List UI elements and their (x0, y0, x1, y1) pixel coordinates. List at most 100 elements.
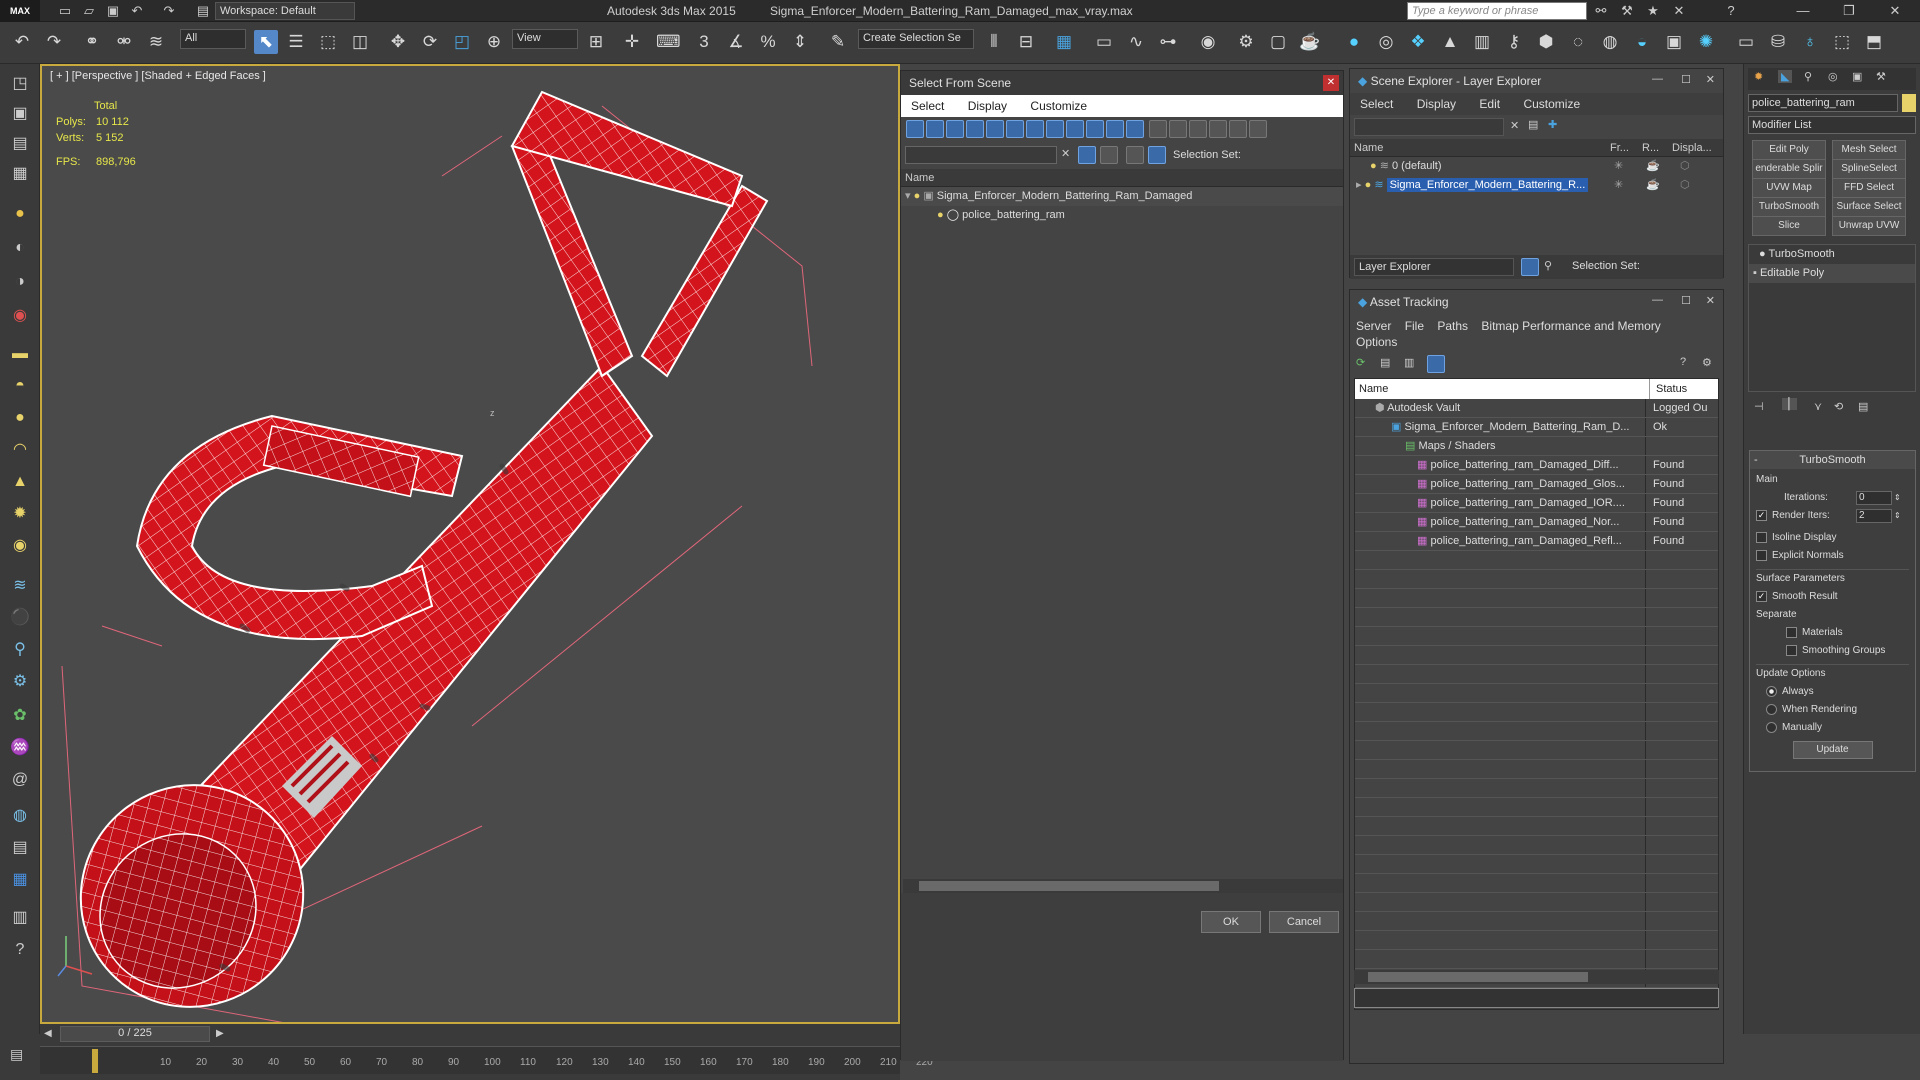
freeze-icon[interactable]: ✳ (1614, 157, 1623, 176)
clear-search-icon[interactable]: ✕ (1061, 147, 1070, 160)
project-folder-icon[interactable]: ▤ (194, 2, 212, 20)
filter-geometry-icon[interactable] (906, 120, 924, 138)
smooth-result-row[interactable]: ✓ Smooth Result (1756, 588, 1909, 606)
close-icon[interactable]: ✕ (1706, 294, 1715, 307)
box-icon[interactable]: ▬ (8, 342, 32, 366)
motion-tab-icon[interactable]: ◎ (1828, 70, 1838, 83)
camera-icon[interactable]: ◐ (8, 236, 32, 260)
app-logo[interactable]: MAX (0, 0, 40, 22)
render-iters-spinner[interactable]: 2 (1856, 509, 1892, 523)
search-input[interactable]: Type a keyword or phrase (1407, 2, 1587, 20)
smoothing-groups-checkbox[interactable] (1786, 644, 1797, 656)
close-search-icon[interactable]: ✕ (1670, 2, 1688, 20)
layer-row[interactable]: ▸ ● ≋ Sigma_Enforcer_Modern_Battering_R.… (1350, 176, 1723, 195)
iterations-spinner[interactable]: 0 (1856, 491, 1892, 505)
modifier-button[interactable]: FFD Select (1832, 178, 1906, 198)
update-button[interactable]: Update (1792, 741, 1873, 759)
spinner-arrows-icon[interactable]: ⇕ (1894, 507, 1901, 525)
align-icon[interactable]: ⊟ (1014, 30, 1038, 54)
select-manipulate-icon[interactable]: ✛ (620, 30, 644, 54)
shell-icon[interactable]: @ (8, 768, 32, 792)
col-status[interactable]: Status (1649, 379, 1687, 399)
isoline-checkbox[interactable] (1756, 531, 1767, 543)
help-circle-icon[interactable]: ? (8, 938, 32, 962)
explorer-type-dropdown[interactable]: Layer Explorer (1354, 258, 1514, 276)
menu-file[interactable]: File (1405, 319, 1424, 333)
mirror-icon[interactable]: ⫴ (982, 30, 1006, 54)
col-name[interactable]: Name (1354, 142, 1383, 154)
menu-bitmap-performance[interactable]: Bitmap Performance and Memory (1481, 319, 1660, 333)
vray-camera-icon[interactable]: ⬚ (1830, 30, 1854, 54)
select-by-name-icon[interactable]: ☰ (284, 30, 308, 54)
asset-row[interactable]: ▣ Sigma_Enforcer_Modern_Battering_Ram_D.… (1355, 418, 1718, 437)
undo-icon[interactable]: ↶ (128, 2, 146, 20)
viewport-perspective[interactable]: [ + ] [Perspective ] [Shaded + Edged Fac… (40, 64, 900, 1024)
display-tab-icon[interactable]: ▣ (1852, 70, 1862, 83)
particles-icon[interactable]: ◉ (8, 304, 32, 328)
asset-row[interactable]: ▦ police_battering_ram_Damaged_IOR.... Fo… (1355, 494, 1718, 513)
track-bar[interactable]: 10 20 30 40 50 60 70 80 90 100 110 120 130 140 150 160 1… (40, 1046, 933, 1074)
remove-modifier-icon[interactable]: ⟲ (1834, 400, 1843, 413)
link-icon[interactable]: ⚭ (80, 30, 104, 54)
filter-funnel-icon[interactable] (1078, 146, 1096, 164)
percent-snap-icon[interactable]: % (756, 30, 780, 54)
display-icon[interactable]: ⬡ (1680, 157, 1690, 176)
hair-icon[interactable]: ♒ (8, 736, 32, 760)
isoline-row[interactable]: Isoline Display (1756, 529, 1909, 547)
filter-shapes-icon[interactable] (926, 120, 944, 138)
light-icon[interactable]: ● (8, 202, 32, 226)
pin-stack-icon[interactable]: ⊣ (1754, 400, 1764, 413)
find-input[interactable] (905, 146, 1057, 164)
prev-frame-icon[interactable]: ◀ (44, 1028, 58, 1042)
sphere-icon[interactable]: ◎ (1374, 30, 1398, 54)
maximize-icon[interactable]: ☐ (1681, 73, 1691, 86)
vray-sun-icon[interactable]: ♁ (1798, 30, 1822, 54)
selection-filter-dropdown[interactable]: All (180, 29, 246, 49)
object-color-swatch[interactable] (1902, 94, 1916, 112)
light-bulb-icon[interactable]: ● (937, 209, 944, 221)
show-end-result-icon[interactable]: │ (1782, 398, 1797, 410)
manually-radio[interactable] (1766, 721, 1777, 733)
curve-editor-icon[interactable]: ∿ (1124, 30, 1148, 54)
angle-snap-icon[interactable]: ∡ (724, 30, 748, 54)
bulb-icon[interactable]: ● (1759, 248, 1766, 260)
make-unique-icon[interactable]: ⋎ (1814, 400, 1822, 413)
table-icon[interactable]: ▥ (1404, 356, 1414, 369)
select-object-icon[interactable]: ⬉ (254, 30, 278, 54)
edit-named-selection-icon[interactable]: ✎ (826, 30, 850, 54)
gear-icon[interactable]: ⚙ (8, 670, 32, 694)
toggle-ribbon-icon[interactable]: ▭ (1092, 30, 1116, 54)
asset-row[interactable]: ▦ police_battering_ram_Damaged_Diff... Fo… (1355, 456, 1718, 475)
vray-plane-icon[interactable]: ▣ (1662, 30, 1686, 54)
create-icon[interactable]: ◳ (8, 72, 32, 96)
select-all-icon[interactable] (1149, 120, 1168, 138)
menu-options[interactable]: Options (1356, 335, 1397, 349)
bind-space-warp-icon[interactable]: ≋ (144, 30, 168, 54)
redo-icon[interactable]: ↷ (42, 30, 66, 54)
vray-frame-icon[interactable]: ▲ (1438, 30, 1462, 54)
move-icon[interactable]: ✥ (386, 30, 410, 54)
close-button[interactable]: ✕ (1872, 0, 1918, 22)
filter-cameras-icon[interactable] (966, 120, 984, 138)
vray-proxy-icon[interactable]: ◌ (1566, 30, 1590, 54)
pivot-icon[interactable]: ⊞ (584, 30, 608, 54)
next-frame-icon[interactable]: ▶ (216, 1028, 230, 1042)
utilities-tab-icon[interactable]: ⚒ (1876, 70, 1886, 83)
sync-icon[interactable] (1100, 146, 1118, 164)
modifier-button[interactable]: SplineSelect (1832, 159, 1906, 179)
filter-xrefs-icon[interactable] (1046, 120, 1064, 138)
undo-icon[interactable]: ↶ (10, 30, 34, 54)
named-selection-dropdown[interactable]: Create Selection Se (858, 29, 974, 49)
time-slider[interactable]: 0 / 225 (60, 1026, 210, 1042)
col-frozen[interactable]: Fr... (1610, 139, 1629, 157)
materials-checkbox[interactable] (1786, 626, 1797, 638)
menu-select[interactable]: Select (911, 99, 944, 113)
reference-coord-dropdown[interactable]: View (512, 29, 578, 49)
tools-icon[interactable]: ⚒ (1618, 2, 1636, 20)
layer-row[interactable]: ● ≋ 0 (default) ✳ ☕ ⬡ (1350, 157, 1723, 176)
vray-tex-icon[interactable]: ▥ (1470, 30, 1494, 54)
explicit-normals-row[interactable]: Explicit Normals (1756, 547, 1909, 565)
explorer-find-input[interactable] (1354, 118, 1504, 136)
tree-row[interactable]: ● ◯ police_battering_ram (901, 206, 1343, 225)
vray-light-icon[interactable]: ✺ (1694, 30, 1718, 54)
